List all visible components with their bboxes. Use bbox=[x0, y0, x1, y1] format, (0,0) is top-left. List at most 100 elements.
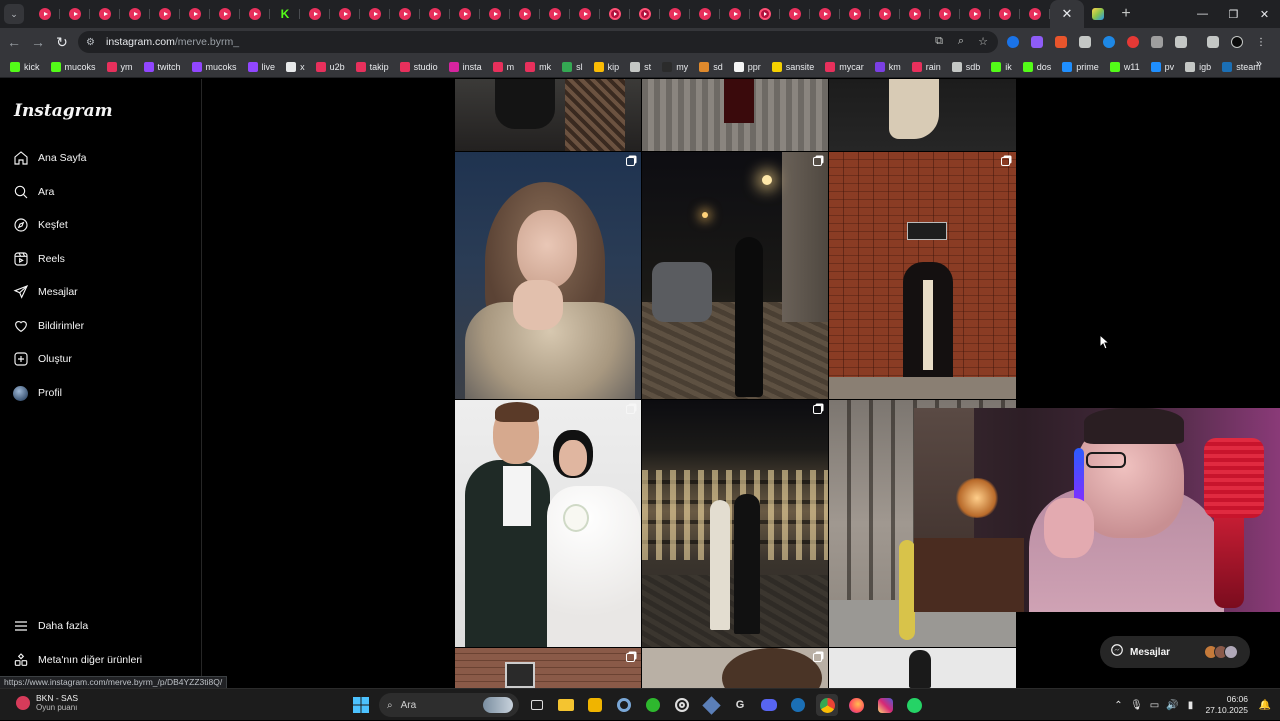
forward-button[interactable]: → bbox=[26, 30, 50, 54]
browser-tab[interactable] bbox=[630, 3, 660, 25]
browser-tab[interactable] bbox=[330, 3, 360, 25]
post-thumbnail[interactable] bbox=[455, 648, 641, 688]
bookmark-item[interactable]: live bbox=[244, 57, 280, 77]
bookmark-item[interactable]: ym bbox=[103, 57, 137, 77]
extension-1-icon[interactable] bbox=[1004, 33, 1022, 51]
widgets-button[interactable]: BKN - SAS Oyun puanı bbox=[16, 693, 78, 712]
bookmark-item[interactable]: m bbox=[489, 57, 519, 77]
minimize-button[interactable]: — bbox=[1187, 0, 1218, 28]
volume-icon[interactable]: 🔊 bbox=[1163, 700, 1181, 711]
xbox-icon[interactable] bbox=[642, 694, 664, 716]
address-bar[interactable]: ⚙ instagram.com/merve.byrm_ ⧉ ⌕ ☆ bbox=[78, 31, 998, 53]
browser-tab[interactable] bbox=[990, 3, 1020, 25]
discord-icon[interactable] bbox=[758, 694, 780, 716]
extension-6-icon[interactable] bbox=[1124, 33, 1142, 51]
extension-7-icon[interactable] bbox=[1148, 33, 1166, 51]
profile-avatar[interactable] bbox=[1228, 33, 1246, 51]
bookmark-item[interactable]: kick bbox=[6, 57, 44, 77]
bookmark-item[interactable]: igb bbox=[1181, 57, 1215, 77]
bookmark-item[interactable]: u2b bbox=[312, 57, 349, 77]
tab-extension[interactable] bbox=[1084, 8, 1112, 20]
bookmark-item[interactable]: sansite bbox=[768, 57, 819, 77]
bookmark-item[interactable]: ik bbox=[987, 57, 1016, 77]
bookmarks-overflow-icon[interactable]: » bbox=[1256, 58, 1262, 70]
bookmark-star-icon[interactable]: ☆ bbox=[976, 34, 990, 48]
clock[interactable]: 06:06 27.10.2025 bbox=[1205, 694, 1248, 716]
browser-tab[interactable] bbox=[600, 3, 630, 25]
bookmark-item[interactable]: ppr bbox=[730, 57, 765, 77]
bookmark-item[interactable]: mk bbox=[521, 57, 555, 77]
bookmark-item[interactable]: mucoks bbox=[47, 57, 100, 77]
browser-tab[interactable] bbox=[570, 3, 600, 25]
steam-icon[interactable] bbox=[787, 694, 809, 716]
browser-tab[interactable] bbox=[60, 3, 90, 25]
extension-4-icon[interactable] bbox=[1076, 33, 1094, 51]
tab-search-button[interactable]: ⌄ bbox=[4, 4, 24, 24]
nav-explore[interactable]: Keşfet bbox=[12, 212, 68, 238]
bookmark-item[interactable]: rain bbox=[908, 57, 945, 77]
browser-tab[interactable] bbox=[780, 3, 810, 25]
post-thumbnail[interactable] bbox=[829, 79, 1016, 151]
bookmark-item[interactable]: km bbox=[871, 57, 905, 77]
bookmark-item[interactable]: twitch bbox=[140, 57, 185, 77]
browser-tab[interactable] bbox=[930, 3, 960, 25]
bookmark-item[interactable]: mucoks bbox=[188, 57, 241, 77]
bookmark-item[interactable]: sl bbox=[558, 57, 587, 77]
browser-tab[interactable] bbox=[420, 3, 450, 25]
browser-tab[interactable] bbox=[1020, 3, 1050, 25]
nav-profile[interactable]: Profil bbox=[12, 380, 62, 406]
bookmark-item[interactable]: st bbox=[626, 57, 655, 77]
browser-tab[interactable] bbox=[390, 3, 420, 25]
post-thumbnail[interactable] bbox=[642, 152, 828, 399]
obs-icon[interactable] bbox=[671, 694, 693, 716]
firefox-icon[interactable] bbox=[845, 694, 867, 716]
nav-more[interactable]: Daha fazla bbox=[12, 613, 88, 639]
nav-search[interactable]: Ara bbox=[12, 179, 54, 205]
browser-tab[interactable] bbox=[90, 3, 120, 25]
extensions-puzzle-icon[interactable] bbox=[1172, 33, 1190, 51]
instagram-logo[interactable]: Instagram bbox=[14, 101, 113, 121]
streamdeck-icon[interactable] bbox=[700, 694, 722, 716]
reload-button[interactable]: ↻ bbox=[50, 30, 74, 54]
browser-tab[interactable] bbox=[240, 3, 270, 25]
post-thumbnail[interactable] bbox=[642, 648, 828, 688]
messages-button[interactable]: Mesajlar bbox=[1100, 636, 1250, 668]
post-thumbnail[interactable] bbox=[829, 648, 1016, 688]
zoom-icon[interactable]: ⌕ bbox=[954, 34, 968, 48]
bookmark-item[interactable]: pv bbox=[1147, 57, 1179, 77]
install-app-icon[interactable]: ⧉ bbox=[932, 34, 946, 48]
bookmark-item[interactable]: dos bbox=[1019, 57, 1056, 77]
post-thumbnail[interactable] bbox=[642, 400, 828, 647]
browser-tab[interactable] bbox=[300, 3, 330, 25]
browser-tab[interactable] bbox=[30, 3, 60, 25]
menu-kebab-icon[interactable]: ⋮ bbox=[1252, 33, 1270, 51]
browser-tab[interactable] bbox=[900, 3, 930, 25]
taskbar-search[interactable]: ⌕ Ara bbox=[379, 693, 519, 717]
store-icon[interactable] bbox=[584, 694, 606, 716]
post-thumbnail[interactable] bbox=[642, 79, 828, 151]
bookmark-item[interactable]: my bbox=[658, 57, 692, 77]
chevron-up-icon[interactable]: ⌃ bbox=[1109, 700, 1127, 711]
browser-tab[interactable] bbox=[480, 3, 510, 25]
post-thumbnail[interactable] bbox=[455, 400, 641, 647]
network-icon[interactable]: ▭ bbox=[1145, 700, 1163, 711]
maximize-button[interactable]: ❐ bbox=[1218, 0, 1249, 28]
browser-tab[interactable] bbox=[750, 3, 780, 25]
browser-tab[interactable] bbox=[660, 3, 690, 25]
bookmark-item[interactable]: takip bbox=[352, 57, 393, 77]
task-view-icon[interactable] bbox=[526, 694, 548, 716]
bookmark-item[interactable]: w11 bbox=[1106, 57, 1144, 77]
close-window-button[interactable]: ✕ bbox=[1249, 0, 1280, 28]
browser-tab[interactable] bbox=[120, 3, 150, 25]
browser-tab[interactable] bbox=[450, 3, 480, 25]
nav-notifications[interactable]: Bildirimler bbox=[12, 313, 84, 339]
post-thumbnail[interactable] bbox=[455, 152, 641, 399]
microphone-icon[interactable]: 🎙 bbox=[1127, 700, 1145, 711]
nav-home[interactable]: Ana Sayfa bbox=[12, 145, 86, 171]
new-tab-button[interactable]: + bbox=[1112, 5, 1140, 23]
site-info-icon[interactable]: ⚙ bbox=[86, 37, 100, 48]
app-icon[interactable]: G bbox=[729, 694, 751, 716]
browser-tab[interactable] bbox=[360, 3, 390, 25]
close-tab-icon[interactable]: ✕ bbox=[1062, 6, 1073, 22]
browser-tab[interactable] bbox=[960, 3, 990, 25]
